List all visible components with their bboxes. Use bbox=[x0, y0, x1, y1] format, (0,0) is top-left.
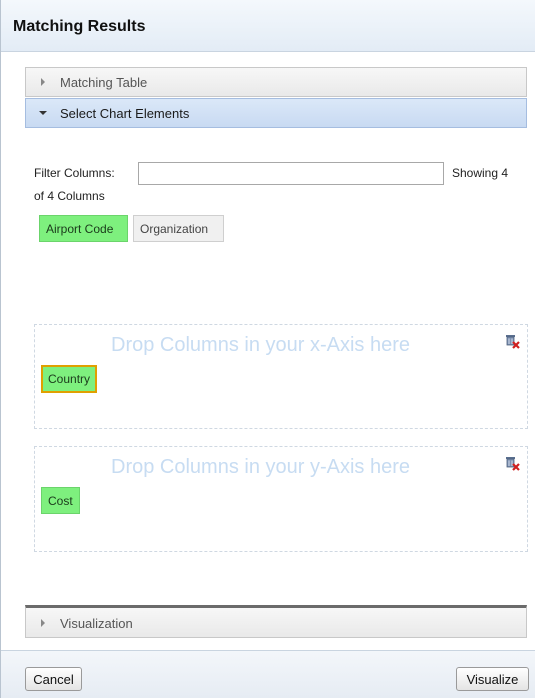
accordion-select-chart-elements[interactable]: Select Chart Elements bbox=[25, 98, 527, 128]
accordion-select-chart-elements-label: Select Chart Elements bbox=[60, 106, 190, 121]
column-chip-airport-code[interactable]: Airport Code bbox=[39, 215, 128, 242]
column-chip-organization[interactable]: Organization bbox=[133, 215, 224, 242]
accordion-matching-table[interactable]: Matching Table bbox=[25, 67, 527, 97]
x-axis-drop-zone[interactable]: Drop Columns in your x-Axis here Country bbox=[34, 324, 528, 429]
matching-results-dialog: Matching Results Matching Table Select C… bbox=[0, 0, 535, 698]
x-axis-column-chip-country[interactable]: Country bbox=[41, 365, 98, 393]
y-axis-column-chip-cost[interactable]: Cost bbox=[41, 487, 80, 514]
triangle-right-icon bbox=[41, 78, 45, 86]
y-axis-drop-hint: Drop Columns in your y-Axis here bbox=[111, 456, 410, 478]
accordion-matching-table-label: Matching Table bbox=[60, 75, 148, 90]
filter-columns-label: Filter Columns: bbox=[34, 166, 115, 180]
column-count-text: Showing 4 bbox=[452, 166, 509, 180]
y-axis-drop-zone[interactable]: Drop Columns in your y-Axis here Cost bbox=[34, 446, 528, 552]
column-count-text-continued: of 4 Columns bbox=[34, 189, 105, 203]
triangle-down-icon bbox=[39, 111, 47, 115]
visualize-button[interactable]: Visualize bbox=[456, 667, 529, 691]
dialog-titlebar: Matching Results bbox=[1, 0, 535, 52]
accordion-visualization-label: Visualization bbox=[60, 616, 133, 631]
filter-columns-input[interactable] bbox=[138, 162, 444, 185]
triangle-right-icon bbox=[41, 619, 45, 627]
trash-clear-icon[interactable] bbox=[503, 454, 521, 472]
cancel-button[interactable]: Cancel bbox=[25, 667, 82, 691]
dialog-footer: Cancel Visualize bbox=[1, 650, 535, 698]
trash-clear-icon[interactable] bbox=[503, 332, 521, 350]
accordion-visualization[interactable]: Visualization bbox=[25, 605, 527, 638]
x-axis-drop-hint: Drop Columns in your x-Axis here bbox=[111, 334, 410, 356]
dialog-title: Matching Results bbox=[13, 18, 146, 35]
